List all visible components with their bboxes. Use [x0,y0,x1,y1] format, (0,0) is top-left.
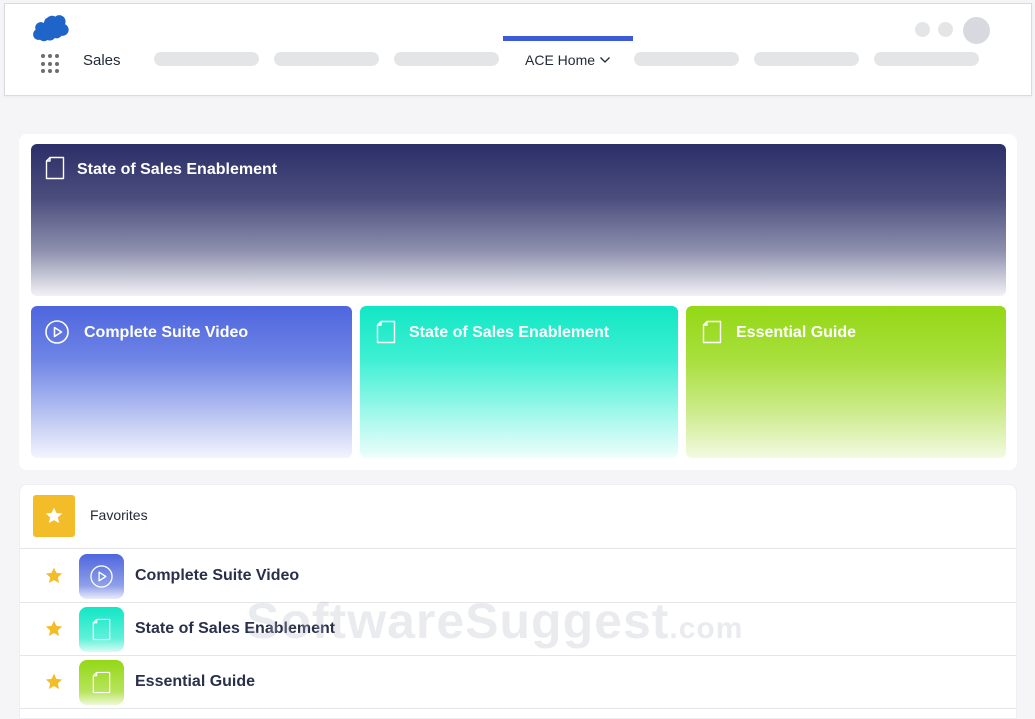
tab-ace-home[interactable]: ACE Home [525,52,611,68]
favorites-header: Favorites [20,485,1016,549]
user-avatar[interactable] [963,17,990,44]
favorites-panel: Favorites Complete Suite Video State of … [19,484,1017,719]
favorite-label: Essential Guide [135,673,256,690]
featured-tile-guide[interactable]: Essential Guide [686,306,1006,458]
star-icon[interactable] [44,566,64,586]
featured-tile-video[interactable]: Complete Suite Video [31,306,352,458]
favorite-thumbnail [79,660,124,705]
favorite-item[interactable]: Complete Suite Video [20,550,1016,603]
favorite-thumbnail [79,607,124,652]
global-header: Sales ACE Home [4,3,1032,96]
favorite-label: Complete Suite Video [135,567,300,584]
favorite-thumbnail [79,554,124,599]
nav-tab-placeholder[interactable] [754,52,859,66]
nav-tab-placeholder[interactable] [634,52,739,66]
favorites-title: Favorites [90,507,148,523]
favorites-badge [33,495,75,537]
utility-icon-placeholder[interactable] [915,22,930,37]
document-icon [45,156,65,180]
app-launcher-grid-icon[interactable] [41,54,61,74]
salesforce-cloud-logo [33,15,69,42]
play-circle-icon [90,565,113,588]
featured-tile-main[interactable]: State of Sales Enablement [31,144,1006,296]
utility-icon-placeholder[interactable] [938,22,953,37]
nav-tab-placeholder[interactable] [274,52,379,66]
document-icon [92,618,111,641]
nav-tab-placeholder[interactable] [874,52,979,66]
star-icon[interactable] [44,672,64,692]
featured-tile-report[interactable]: State of Sales Enablement [360,306,678,458]
featured-tile-title: Complete Suite Video [84,324,249,341]
featured-content-panel: State of Sales Enablement Complete Suite… [19,134,1017,470]
chevron-down-icon[interactable] [599,54,611,66]
featured-tile-title: State of Sales Enablement [77,161,278,178]
star-icon [45,507,63,523]
featured-tile-title: State of Sales Enablement [409,324,610,341]
featured-tile-title: Essential Guide [736,324,857,341]
document-icon [376,320,396,344]
nav-tab-placeholder[interactable] [394,52,499,66]
favorite-item[interactable]: State of Sales Enablement [20,603,1016,656]
tab-label: ACE Home [525,52,596,68]
document-icon [92,671,111,694]
app-name: Sales [83,52,121,69]
favorite-item[interactable]: Essential Guide [20,656,1016,709]
play-circle-icon [45,320,69,344]
nav-tab-placeholder[interactable] [154,52,259,66]
document-icon [702,320,722,344]
star-icon[interactable] [44,619,64,639]
favorite-label: State of Sales Enablement [135,620,336,637]
active-tab-indicator [503,36,633,41]
page: Sales ACE Home State of Sales Enablement [0,0,1035,719]
